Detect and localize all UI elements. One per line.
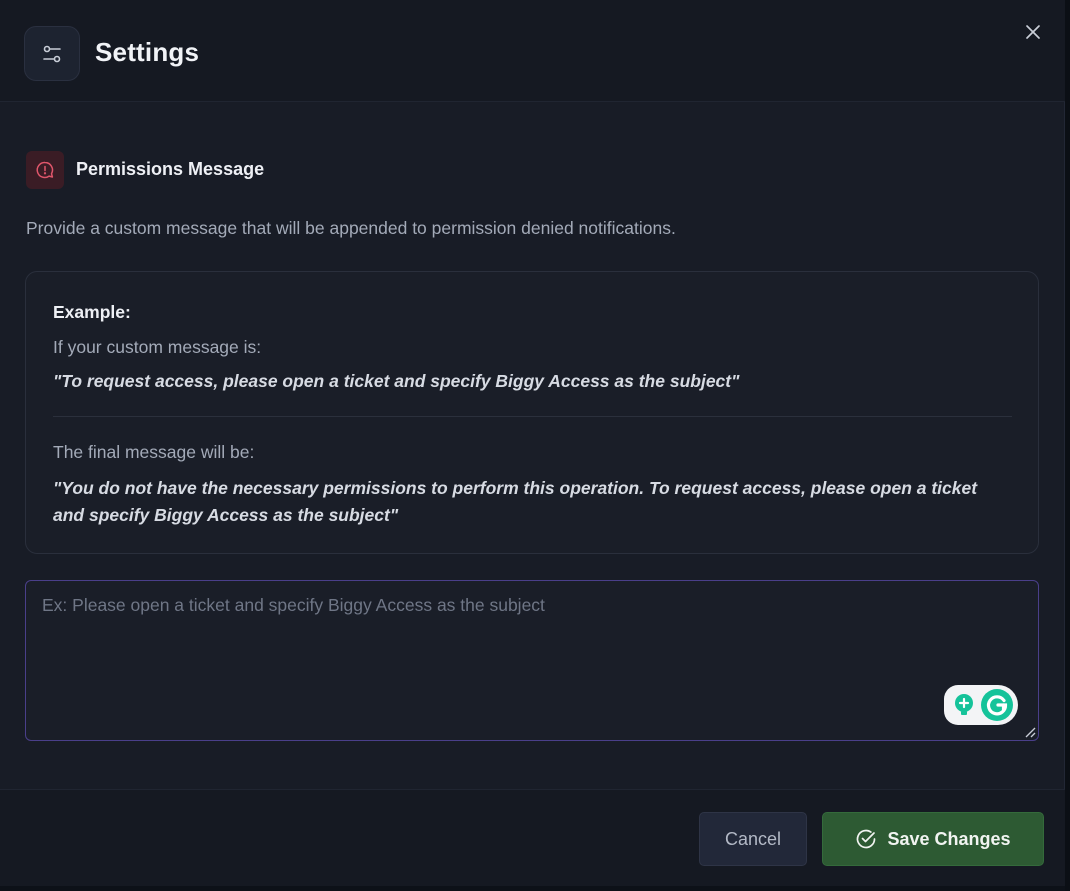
save-button-label: Save Changes (887, 828, 1011, 849)
grammarly-icon (981, 689, 1013, 721)
page-title: Settings (95, 37, 200, 67)
modal-header: Settings (0, 0, 1065, 102)
modal-backdrop (1065, 0, 1070, 891)
resize-handle[interactable] (1024, 726, 1036, 738)
message-input-wrapper (25, 580, 1039, 741)
custom-message-input[interactable] (26, 581, 1038, 740)
section-description: Provide a custom message that will be ap… (26, 218, 676, 238)
example-custom-quote: "To request access, please open a ticket… (53, 371, 740, 391)
example-card: Example: If your custom message is: "To … (25, 271, 1039, 554)
save-changes-button[interactable]: Save Changes (822, 812, 1044, 866)
settings-modal: Settings Permissions Message Provide a c… (0, 0, 1065, 886)
cancel-button[interactable]: Cancel (699, 812, 807, 866)
close-button[interactable] (1021, 20, 1045, 44)
example-label: Example: (53, 302, 131, 322)
check-circle-icon (857, 829, 876, 849)
section-title: Permissions Message (76, 159, 265, 179)
example-divider (53, 416, 1012, 417)
sliders-icon (24, 26, 80, 81)
modal-footer: Cancel Save Changes (0, 789, 1065, 886)
lightbulb-icon (955, 694, 973, 715)
close-icon (1026, 25, 1040, 39)
example-final-quote: "You do not have the necessary permissio… (53, 478, 978, 525)
alert-message-icon (26, 151, 64, 189)
example-custom-intro: If your custom message is: (53, 337, 262, 357)
example-final-intro: The final message will be: (53, 442, 255, 462)
grammarly-widget[interactable] (944, 685, 1018, 725)
